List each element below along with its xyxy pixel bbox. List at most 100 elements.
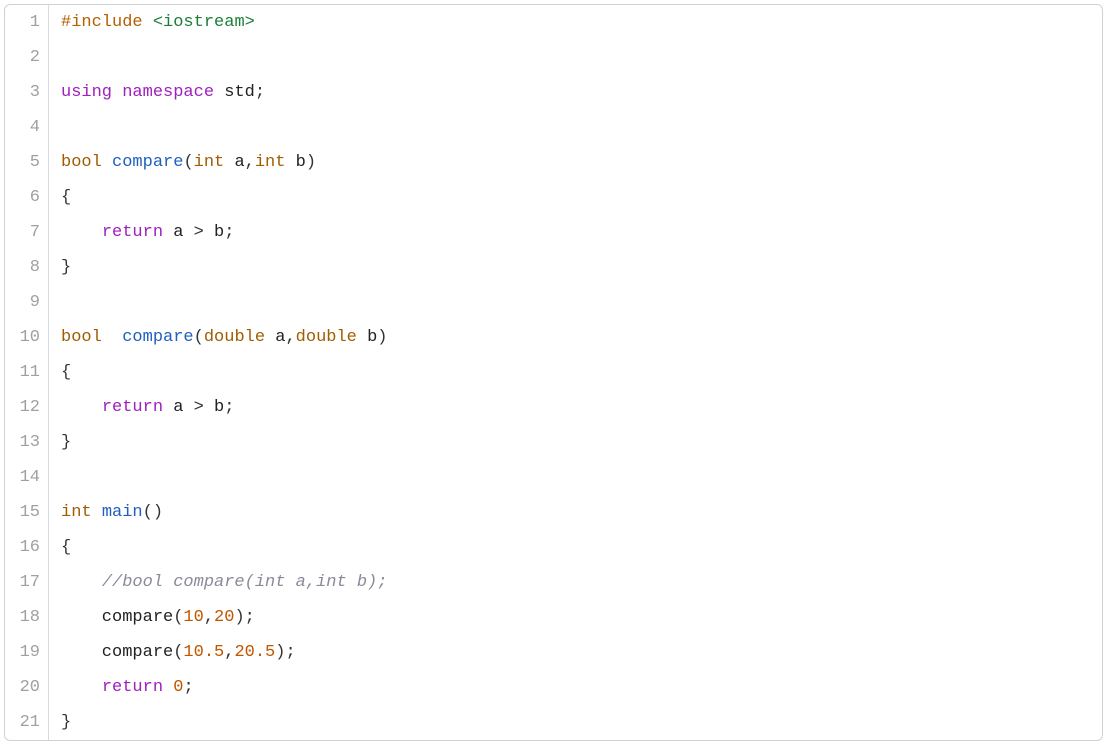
code-token <box>61 398 102 417</box>
line-number: 11 <box>5 355 49 390</box>
code-token: ) <box>377 328 387 347</box>
code-token: { <box>61 363 71 382</box>
code-token: { <box>61 538 71 557</box>
code-content: compare(10,20); <box>49 608 255 627</box>
code-token: compare <box>61 643 173 662</box>
line-number: 20 <box>5 670 49 705</box>
code-content: #include <iostream> <box>49 13 255 32</box>
code-token: b <box>357 328 377 347</box>
code-token <box>143 13 153 32</box>
code-token: , <box>224 643 234 662</box>
code-token: } <box>61 713 71 732</box>
code-line: 3using namespace std; <box>5 75 1102 110</box>
code-token: int <box>255 153 286 172</box>
code-content: { <box>49 363 71 382</box>
line-number: 18 <box>5 600 49 635</box>
code-line: 21} <box>5 705 1102 740</box>
code-token: ) <box>306 153 316 172</box>
line-number: 9 <box>5 285 49 320</box>
code-token: ( <box>173 643 183 662</box>
line-number: 2 <box>5 40 49 75</box>
code-token: } <box>61 258 71 277</box>
code-line: 9 <box>5 285 1102 320</box>
line-number: 19 <box>5 635 49 670</box>
code-token: ); <box>234 608 254 627</box>
code-token: () <box>143 503 163 522</box>
code-token: 20.5 <box>234 643 275 662</box>
code-line: 19 compare(10.5,20.5); <box>5 635 1102 670</box>
code-line: 4 <box>5 110 1102 145</box>
code-content: bool compare(double a,double b) <box>49 328 388 347</box>
code-token: ; <box>224 398 234 417</box>
code-line: 12 return a > b; <box>5 390 1102 425</box>
code-token: { <box>61 188 71 207</box>
code-token <box>163 678 173 697</box>
code-token <box>61 223 102 242</box>
code-token <box>61 678 102 697</box>
code-line: 8} <box>5 250 1102 285</box>
code-line: 18 compare(10,20); <box>5 600 1102 635</box>
code-content: { <box>49 538 71 557</box>
code-token <box>61 573 102 592</box>
code-token: ); <box>275 643 295 662</box>
code-content: } <box>49 713 71 732</box>
code-line: 15int main() <box>5 495 1102 530</box>
code-content: { <box>49 188 71 207</box>
code-content: using namespace std; <box>49 83 265 102</box>
code-token: 10.5 <box>183 643 224 662</box>
code-line: 6{ <box>5 180 1102 215</box>
line-number: 4 <box>5 110 49 145</box>
code-line: 11 { <box>5 355 1102 390</box>
code-token: a <box>163 223 194 242</box>
code-line: 2 <box>5 40 1102 75</box>
code-content: } <box>49 258 71 277</box>
line-number: 17 <box>5 565 49 600</box>
code-line: 7 return a > b; <box>5 215 1102 250</box>
code-token: double <box>296 328 357 347</box>
code-token: , <box>285 328 295 347</box>
code-content: int main() <box>49 503 163 522</box>
line-number: 3 <box>5 75 49 110</box>
code-token: compare <box>122 328 193 347</box>
code-line: 5bool compare(int a,int b) <box>5 145 1102 180</box>
code-token: , <box>204 608 214 627</box>
code-line: 20 return 0; <box>5 670 1102 705</box>
code-token: 0 <box>173 678 183 697</box>
code-content: compare(10.5,20.5); <box>49 643 296 662</box>
code-token: } <box>61 433 71 452</box>
code-token <box>112 83 122 102</box>
code-token: ; <box>224 223 234 242</box>
line-number: 7 <box>5 215 49 250</box>
code-token: #include <box>61 13 143 32</box>
code-token: b <box>204 223 224 242</box>
line-number: 6 <box>5 180 49 215</box>
code-token: return <box>102 398 163 417</box>
code-token: b <box>204 398 224 417</box>
code-token <box>92 503 102 522</box>
code-token: //bool compare(int a,int b); <box>102 573 388 592</box>
line-number: 16 <box>5 530 49 565</box>
code-token: return <box>102 223 163 242</box>
code-line: 13} <box>5 425 1102 460</box>
code-token: int <box>194 153 225 172</box>
code-token: bool <box>61 153 102 172</box>
code-content: return a > b; <box>49 223 234 242</box>
code-editor: 1#include <iostream>23using namespace st… <box>4 4 1103 741</box>
code-token: ; <box>183 678 193 697</box>
code-token: compare <box>112 153 183 172</box>
code-token: ( <box>173 608 183 627</box>
code-token: b <box>285 153 305 172</box>
code-token: namespace <box>122 83 214 102</box>
code-token: ( <box>194 328 204 347</box>
code-token: int <box>61 503 92 522</box>
code-content: bool compare(int a,int b) <box>49 153 316 172</box>
code-line: 1#include <iostream> <box>5 5 1102 40</box>
code-token: a <box>265 328 285 347</box>
code-token: using <box>61 83 112 102</box>
code-token <box>102 328 122 347</box>
code-token: , <box>245 153 255 172</box>
code-token: <iostream> <box>153 13 255 32</box>
line-number: 8 <box>5 250 49 285</box>
line-number: 13 <box>5 425 49 460</box>
code-token: > <box>194 223 204 242</box>
